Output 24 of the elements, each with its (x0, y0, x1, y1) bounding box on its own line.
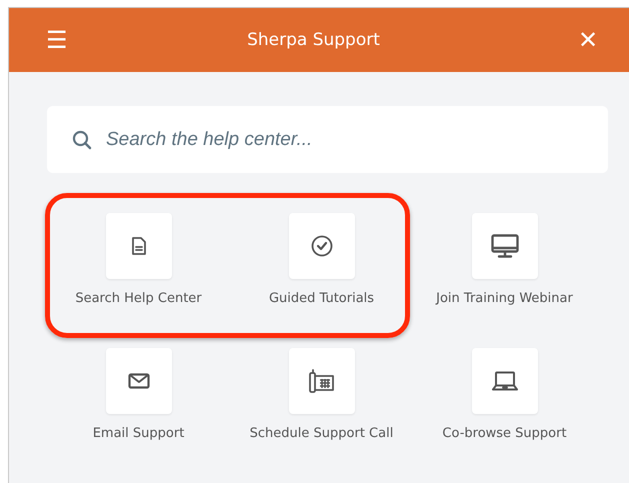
option-label: Guided Tutorials (268, 291, 374, 306)
close-button[interactable]: ✕ (578, 26, 598, 54)
search-icon (72, 130, 92, 150)
search-input[interactable]: Search the help center... (104, 128, 608, 152)
check-circle-icon (310, 235, 332, 257)
support-option-button[interactable] (106, 213, 172, 279)
document-icon (132, 237, 146, 255)
option-label: Join Training Webinar (436, 291, 573, 306)
support-option-button[interactable] (106, 348, 172, 414)
search-field[interactable]: Search the help center... (47, 106, 608, 173)
option-label: Search Help Center (75, 291, 202, 306)
support-option-button[interactable] (472, 213, 538, 279)
option-label: Email Support (92, 426, 184, 441)
support-option-button[interactable] (472, 348, 538, 414)
option-label: Schedule Support Call (250, 426, 394, 441)
laptop-icon (492, 371, 518, 391)
window-title: Sherpa Support (246, 30, 381, 50)
menu-button[interactable]: ☰ (45, 26, 69, 54)
monitor-icon (490, 234, 518, 258)
option-label: Co-browse Support (442, 426, 567, 441)
support-option-button[interactable] (288, 348, 354, 414)
support-option-button[interactable] (288, 213, 354, 279)
envelope-icon (128, 373, 150, 389)
desk-phone-icon (308, 369, 334, 393)
